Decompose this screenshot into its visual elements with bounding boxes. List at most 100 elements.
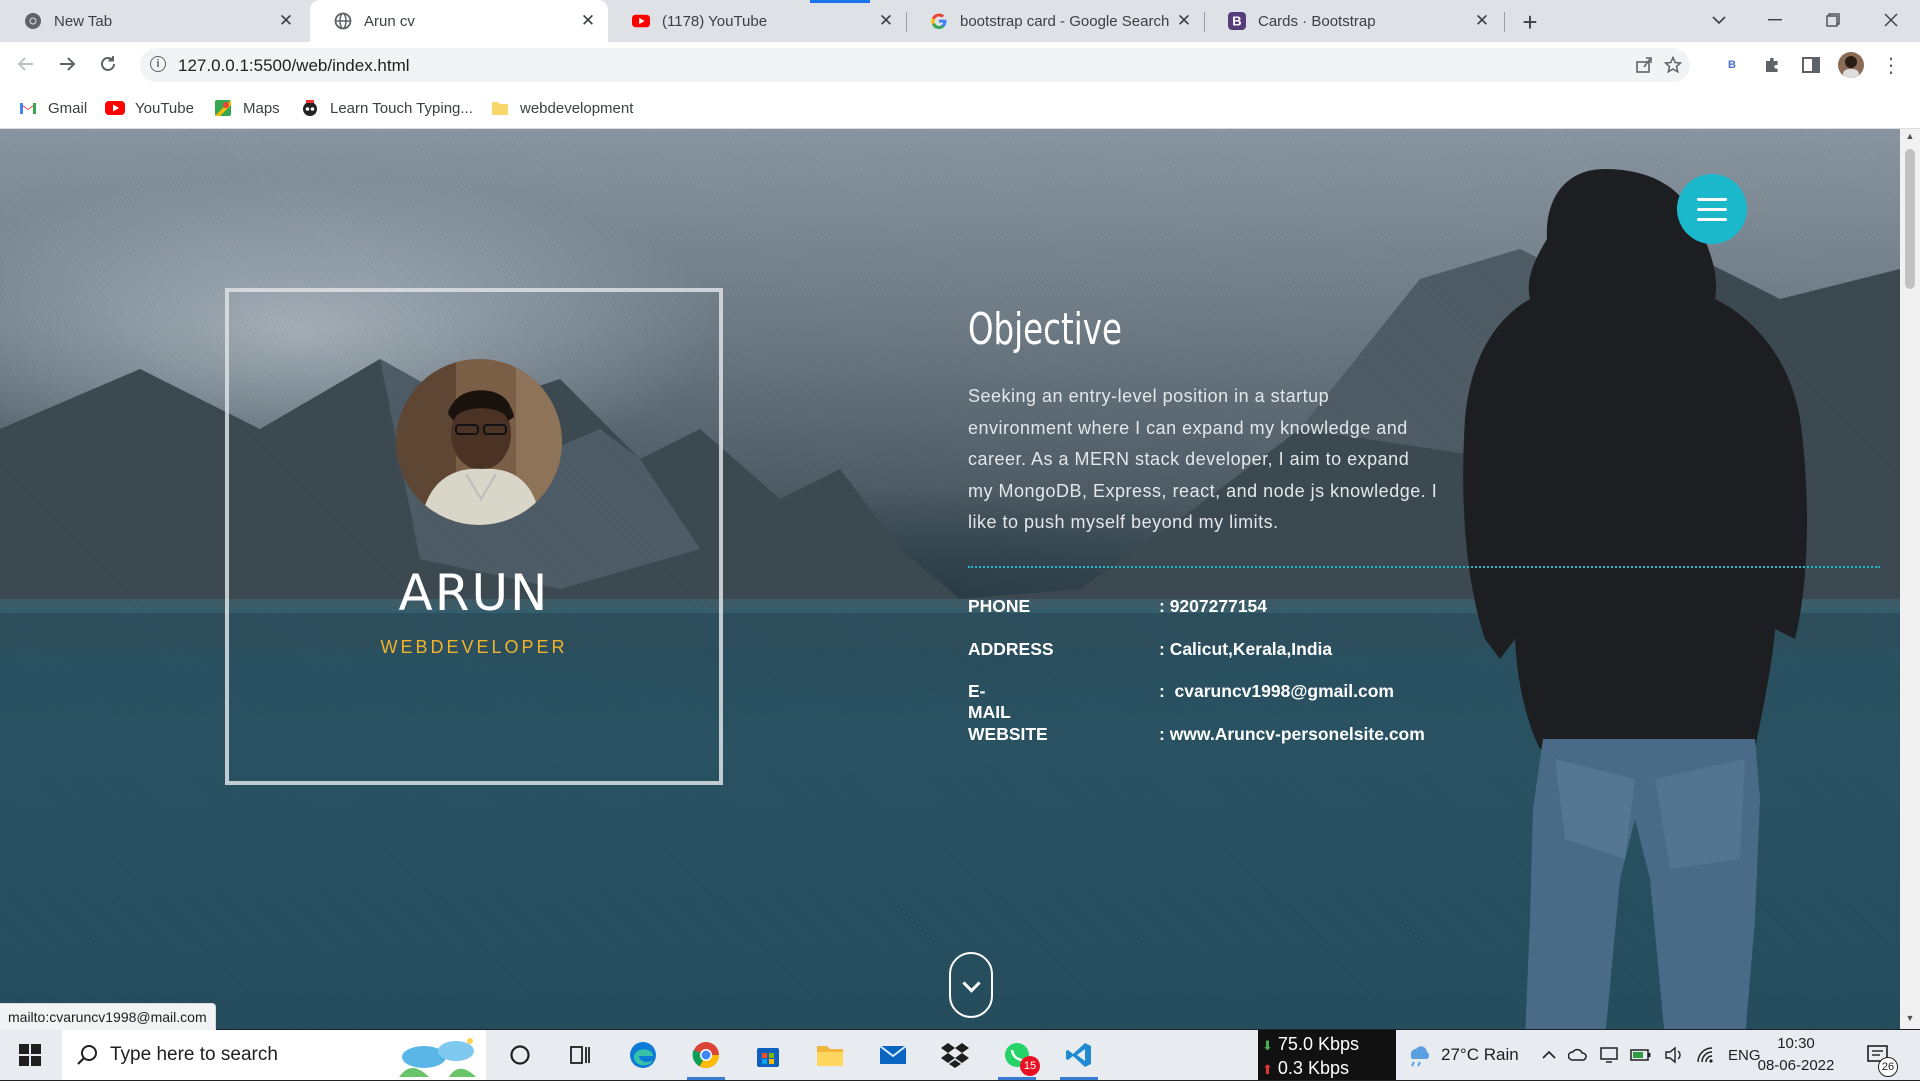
chevron-up-icon[interactable] (1542, 1050, 1556, 1060)
profile-name: ARUN (398, 564, 550, 622)
extension-b-icon[interactable]: B (1719, 52, 1745, 78)
address-bar[interactable]: i 127.0.0.1:5500/web/index.html (140, 48, 1690, 82)
restore-button[interactable] (1806, 0, 1860, 40)
upload-speed: ⬆ 0.3 Kbps (1262, 1058, 1349, 1078)
bookmark-maps[interactable]: Maps (213, 96, 280, 120)
store-icon (757, 1048, 779, 1067)
scroll-down-button[interactable] (949, 952, 993, 1018)
taskbar-store[interactable] (743, 1030, 793, 1080)
detail-label: E-MAIL (968, 681, 1011, 722)
taskbar-dropbox[interactable] (930, 1030, 980, 1080)
scroll-down-arrow-icon[interactable]: ▼ (1905, 1013, 1915, 1023)
volume-icon[interactable] (1664, 1046, 1684, 1064)
bookmark-label: YouTube (135, 99, 194, 117)
scrollbar-thumb[interactable] (1905, 149, 1915, 289)
bookmark-gmail[interactable]: Gmail (18, 96, 87, 120)
bookmark-label: Maps (243, 99, 280, 117)
taskbar-chrome[interactable] (681, 1030, 731, 1080)
tab-bootstrap-cards[interactable]: B Cards · Bootstrap ✕ (1204, 0, 1502, 42)
bookmark-label: Gmail (48, 99, 88, 117)
taskbar-mail[interactable] (868, 1030, 918, 1080)
profile-card: ARUN WEBDEVELOPER (225, 288, 723, 785)
search-icon (77, 1045, 97, 1065)
new-tab-button[interactable]: + (1516, 7, 1544, 37)
more-menu-icon[interactable]: ⋮ (1878, 52, 1904, 78)
close-icon[interactable]: ✕ (276, 11, 296, 31)
website-link[interactable]: : www.Aruncv-personelsite.com (1159, 724, 1425, 745)
tab-new-tab[interactable]: New Tab ✕ (0, 0, 306, 42)
youtube-icon (632, 12, 650, 30)
display-icon[interactable] (1600, 1047, 1618, 1063)
windows-icon (19, 1044, 41, 1066)
dropbox-icon (941, 1043, 969, 1068)
tab-search-button[interactable] (1692, 0, 1746, 40)
notification-count: 26 (1878, 1057, 1898, 1077)
browser-toolbar: i 127.0.0.1:5500/web/index.html B ⋮ (0, 42, 1920, 88)
mail-icon (879, 1045, 907, 1064)
chevron-down-icon (1712, 16, 1726, 25)
menu-toggle-button[interactable] (1677, 174, 1747, 244)
link-status-bubble: mailto:cvaruncv1998@mail.com (0, 1003, 216, 1031)
typing-icon (300, 99, 320, 117)
scroll-up-arrow-icon[interactable]: ▲ (1905, 131, 1915, 141)
cortana-button[interactable] (495, 1030, 545, 1080)
taskbar-edge[interactable] (618, 1030, 668, 1080)
bookmark-webdevelopment[interactable]: webdevelopment (490, 96, 633, 120)
task-view-button[interactable] (555, 1030, 605, 1080)
tab-label: Cards · Bootstrap (1258, 12, 1376, 30)
site-info-icon[interactable]: i (150, 56, 166, 72)
bookmark-youtube[interactable]: YouTube (105, 96, 194, 120)
back-button[interactable] (10, 48, 42, 80)
weather-widget[interactable]: 27°C Rain (1405, 1030, 1519, 1080)
reload-button[interactable] (92, 48, 124, 80)
chrome-icon (692, 1042, 720, 1069)
side-panel-icon[interactable] (1798, 52, 1824, 78)
detail-label: ADDRESS (968, 639, 1054, 659)
detail-label: PHONE (968, 596, 1031, 616)
tab-label: Arun cv (364, 12, 415, 30)
tab-arun-cv[interactable]: Arun cv ✕ (310, 0, 608, 42)
close-icon[interactable]: ✕ (1472, 11, 1492, 31)
close-icon[interactable]: ✕ (1174, 11, 1194, 31)
url-text[interactable]: 127.0.0.1:5500/web/index.html (178, 56, 410, 76)
svg-text:B: B (1232, 14, 1241, 29)
start-button[interactable] (0, 1030, 60, 1080)
star-icon[interactable] (1662, 54, 1684, 76)
cortana-icon (510, 1045, 530, 1065)
folder-icon (817, 1046, 843, 1066)
tab-youtube[interactable]: (1178) YouTube ✕ (608, 0, 906, 42)
hamburger-line (1697, 197, 1727, 201)
tab-label: (1178) YouTube (662, 12, 768, 30)
search-highlight-illustration (399, 1038, 476, 1077)
windows-taskbar: Type here to search 15 ⬇ 75.0 Kbps ⬆ 0.3… (0, 1030, 1920, 1080)
minimize-button[interactable] (1748, 0, 1802, 40)
tab-google-search[interactable]: bootstrap card - Google Search ✕ (906, 0, 1204, 42)
taskbar-whatsapp[interactable]: 15 (992, 1030, 1042, 1080)
network-speed-widget: ⬇ 75.0 Kbps ⬆ 0.3 Kbps (1258, 1030, 1396, 1080)
detail-label: WEBSITE (968, 724, 1048, 744)
wifi-icon[interactable] (1696, 1046, 1716, 1064)
page-scrollbar[interactable]: ▲ ▼ (1900, 129, 1920, 1029)
email-link[interactable]: : cvaruncv1998@gmail.com (1159, 681, 1394, 702)
cloud-icon[interactable] (1568, 1048, 1588, 1062)
profile-avatar[interactable] (1838, 52, 1864, 78)
notification-center-button[interactable]: 26 (1866, 1030, 1898, 1080)
detail-value: : 9207277154 (1159, 596, 1268, 616)
taskbar-file-explorer[interactable] (805, 1030, 855, 1080)
taskbar-search-input[interactable]: Type here to search (62, 1030, 486, 1080)
share-icon[interactable] (1633, 54, 1655, 76)
clock[interactable]: 10:30 08-06-2022 (1752, 1030, 1840, 1080)
tab-separator (1504, 12, 1505, 32)
taskbar-vscode[interactable] (1054, 1030, 1104, 1080)
chrome-icon (24, 12, 42, 30)
tab-loading-indicator (810, 0, 870, 3)
bookmark-typing[interactable]: Learn Touch Typing... (300, 96, 473, 120)
puzzle-icon[interactable] (1759, 52, 1785, 78)
forward-button[interactable] (51, 48, 83, 80)
close-icon[interactable]: ✕ (876, 11, 896, 31)
battery-icon[interactable] (1630, 1048, 1652, 1062)
close-window-button[interactable] (1864, 0, 1918, 40)
close-icon[interactable]: ✕ (578, 11, 598, 31)
bookmark-label: Learn Touch Typing... (330, 99, 473, 117)
system-tray: ENG (1542, 1030, 1761, 1080)
